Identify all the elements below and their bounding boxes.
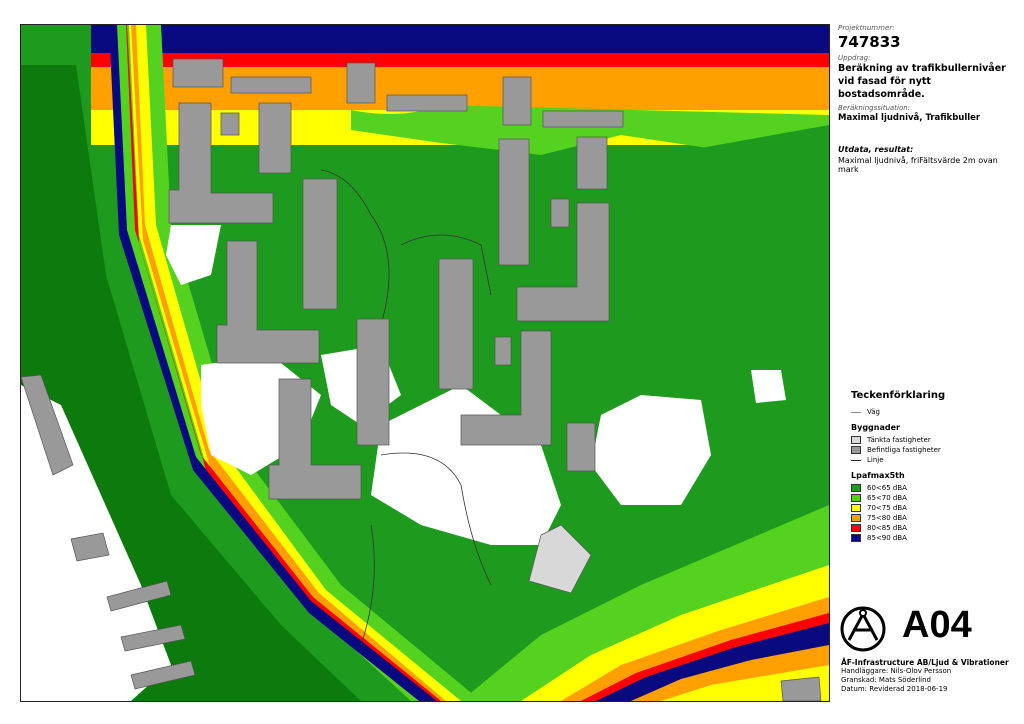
legend-class-2: 70<75 dBA (851, 503, 1011, 513)
class-swatch-1 (851, 494, 861, 502)
class-swatch-4 (851, 524, 861, 532)
class-swatch-5 (851, 534, 861, 542)
legend-class-label-1: 65<70 dBA (867, 494, 907, 502)
legend-class-0: 60<65 dBA (851, 483, 1011, 493)
noise-map[interactable] (20, 24, 830, 702)
legend-existing-label: Befintliga fastigheter (867, 446, 941, 454)
info-panel: Projektnummer: 747833 Uppdrag: Beräkning… (838, 24, 1018, 704)
class-swatch-0 (851, 484, 861, 492)
legend-class-4: 80<85 dBA (851, 523, 1011, 533)
output-text: Maximal ljudnivå, friFältsvärde 2m ovan … (838, 156, 998, 174)
situation-label: Beräkningssituation: (838, 104, 911, 112)
date-text: Datum: Reviderad 2018-06-19 (841, 685, 948, 693)
project-number: 747833 (838, 33, 901, 51)
legend-class-3: 75<80 dBA (851, 513, 1011, 523)
legend-road-label: Väg (867, 408, 880, 416)
drawing-code: A04 (902, 604, 972, 646)
legend-planned-label: Tänkta fastigheter (867, 436, 931, 444)
legend-title: Teckenförklaring (851, 390, 946, 401)
legend-line-label: Linje (867, 456, 884, 464)
legend-class-label-3: 75<80 dBA (867, 514, 907, 522)
line-swatch (851, 459, 861, 461)
legend-line: Linje (851, 455, 1011, 465)
company-name: ÅF-Infrastructure AB/Ljud & Vibrationer (841, 658, 1009, 667)
assignment-line-2: vid fasad för nytt bostadsområde. (838, 76, 931, 100)
af-logo-icon (840, 606, 886, 652)
assignment-line-1: Beräkning av trafikbullernivåer (838, 63, 1006, 74)
legend-buildings-heading: Byggnader (851, 423, 900, 432)
project-number-label: Projektnummer: (838, 24, 895, 32)
legend-class-label-2: 70<75 dBA (867, 504, 907, 512)
situation-text: Maximal ljudnivå, Trafikbuller (838, 113, 981, 123)
legend-road: Väg (851, 407, 1011, 417)
class-swatch-2 (851, 504, 861, 512)
planned-swatch (851, 436, 861, 444)
reviewed-text: Granskad: Mats Söderlind (841, 676, 931, 684)
assignment-label: Uppdrag: (838, 54, 871, 62)
output-label: Utdata, resultat: (838, 145, 914, 154)
legend-existing: Befintliga fastigheter (851, 445, 1011, 455)
handler-text: Handläggare: Nils-Olov Persson (841, 667, 952, 675)
footer: ÅF-Infrastructure AB/Ljud & Vibrationer … (841, 658, 1021, 694)
road-line-swatch (851, 411, 861, 413)
legend-class-5: 85<90 dBA (851, 533, 1011, 543)
legend: Teckenförklaring Väg Byggnader Tänkta fa… (851, 390, 1011, 543)
legend-planned: Tänkta fastigheter (851, 435, 1011, 445)
legend-class-label-4: 80<85 dBA (867, 524, 907, 532)
class-swatch-3 (851, 514, 861, 522)
legend-class-1: 65<70 dBA (851, 493, 1011, 503)
assignment-text: Beräkning av trafikbullernivåer vid fasa… (838, 62, 1018, 101)
company-logo: A04 (838, 604, 1018, 654)
existing-swatch (851, 446, 861, 454)
legend-class-label-5: 85<90 dBA (867, 534, 907, 542)
legend-class-label-0: 60<65 dBA (867, 484, 907, 492)
legend-noise-heading: Lpafmax5th (851, 471, 905, 480)
